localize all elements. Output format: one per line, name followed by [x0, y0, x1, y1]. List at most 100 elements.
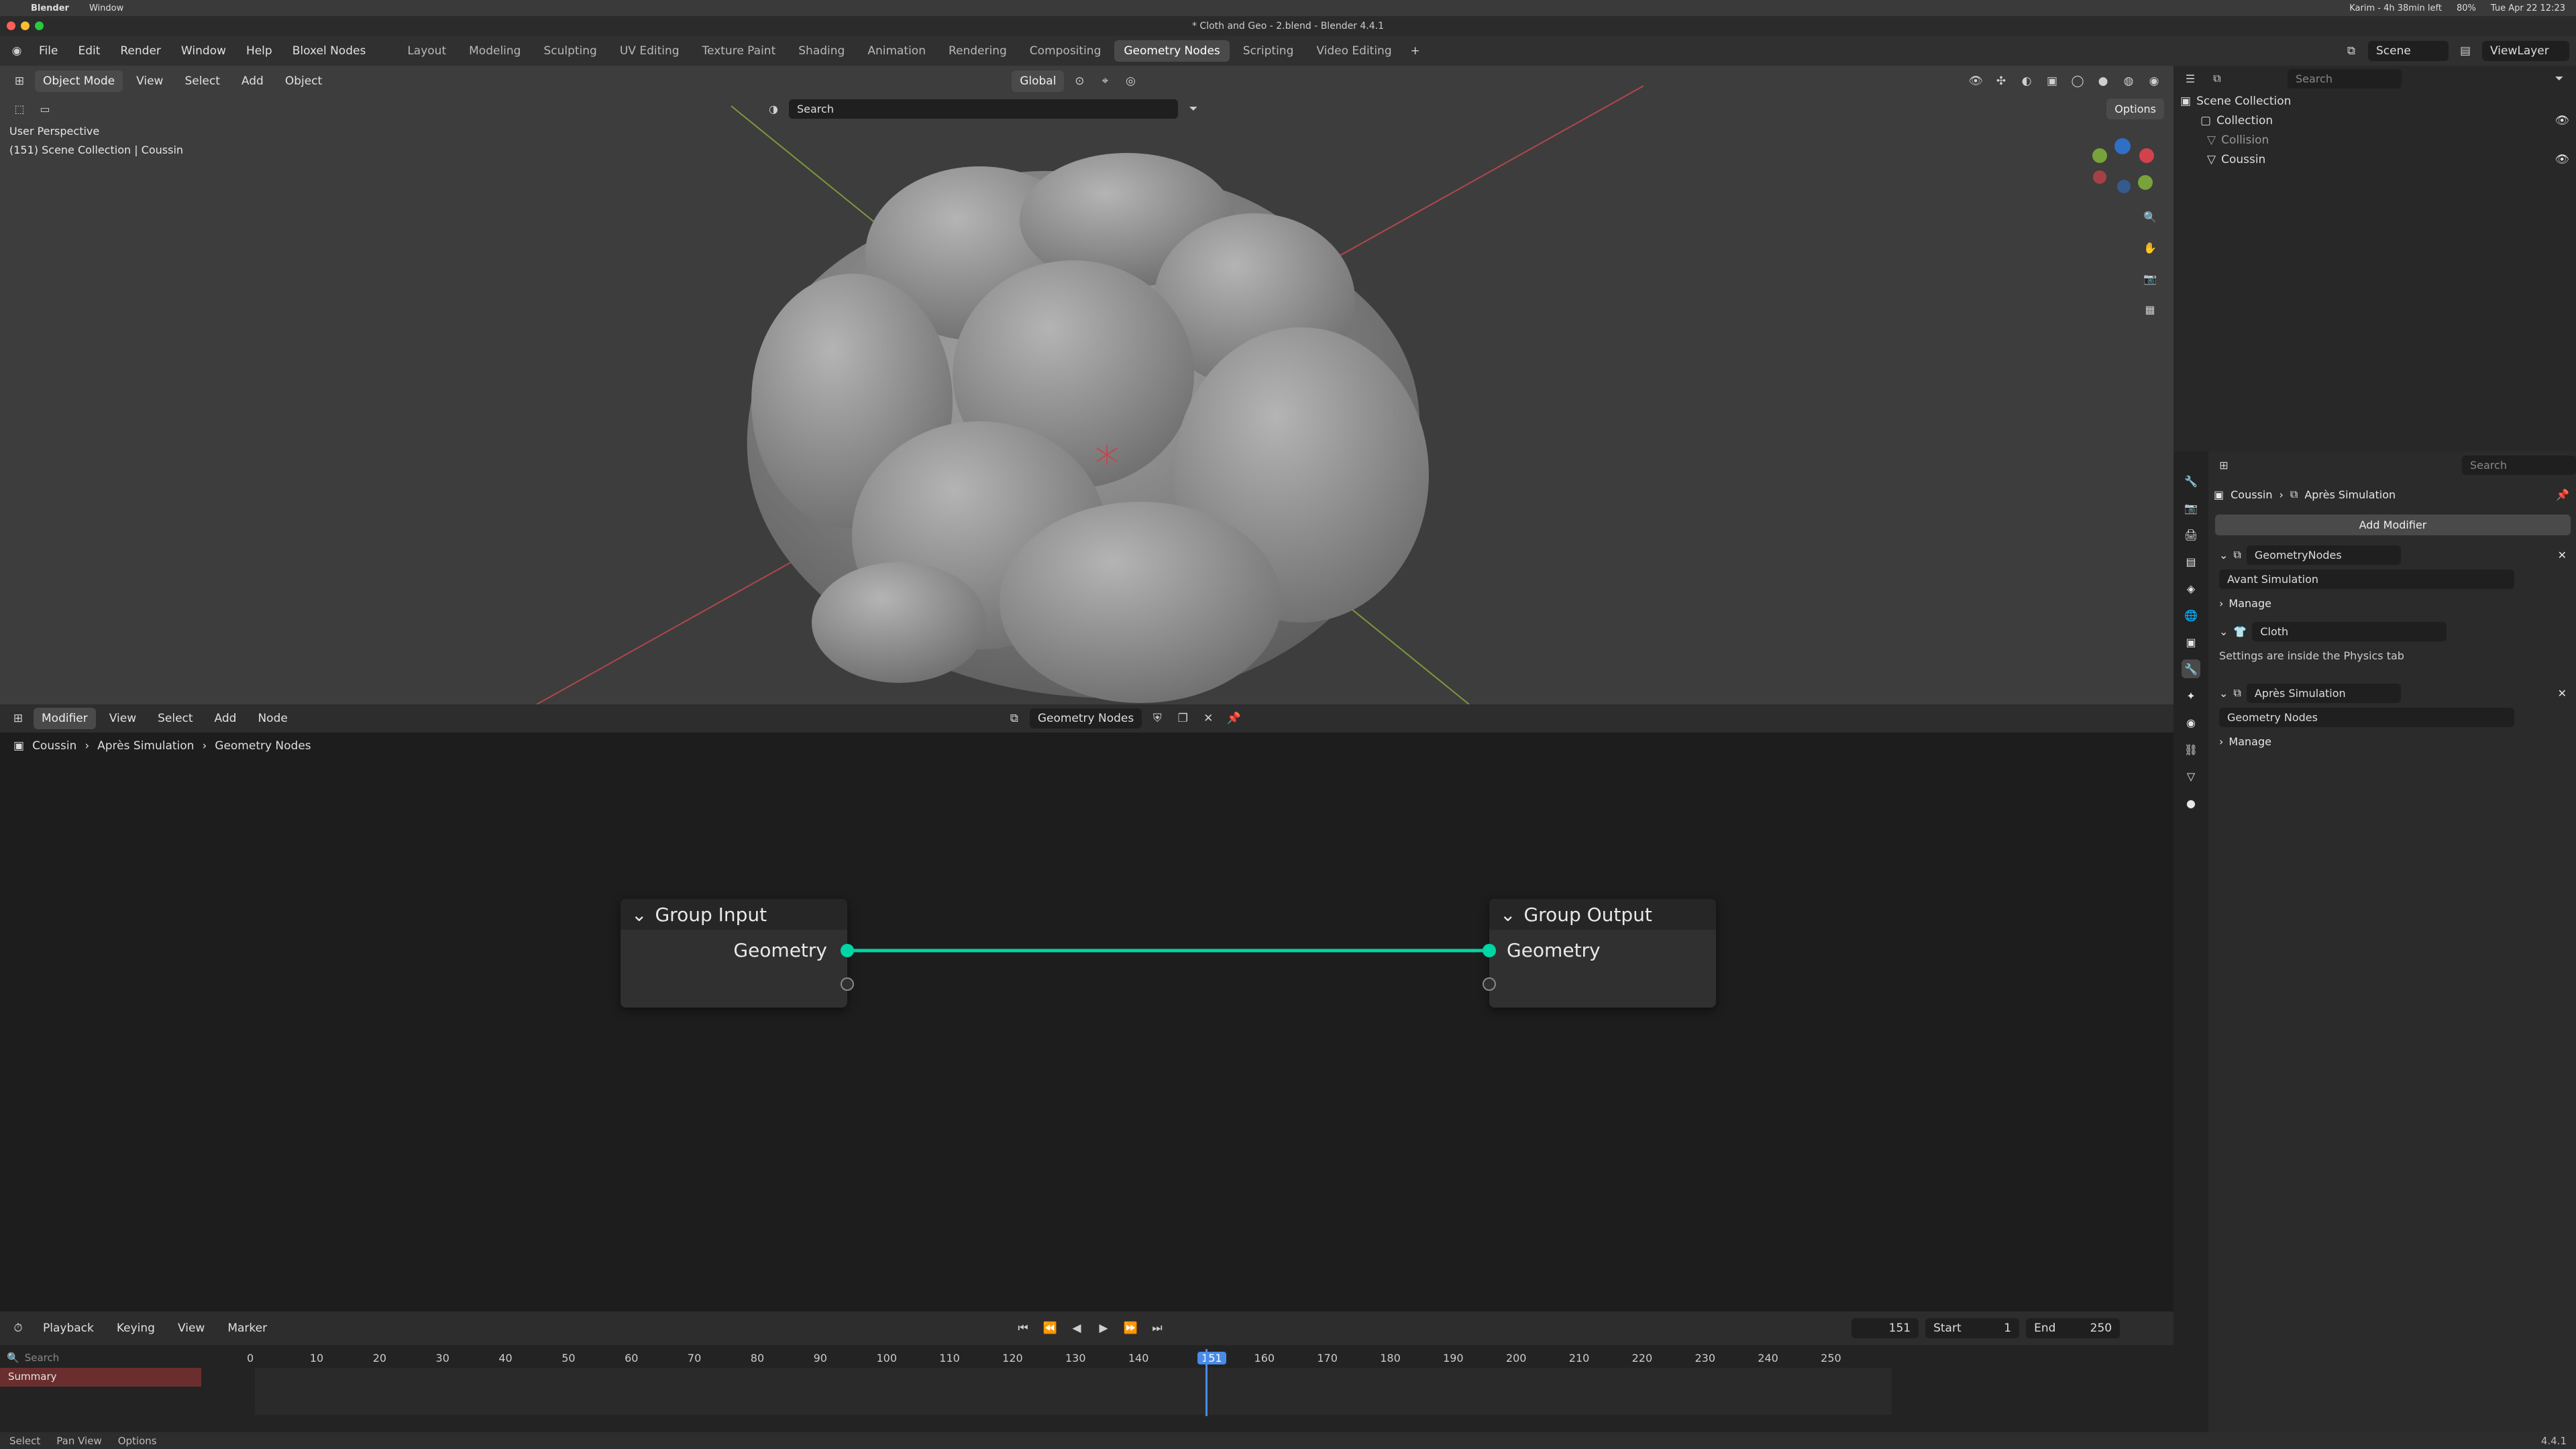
viewport-menu-select[interactable]: Select: [176, 70, 227, 92]
transform-orientation[interactable]: Global: [1012, 70, 1065, 92]
tab-layout[interactable]: Layout: [398, 40, 455, 62]
play-icon[interactable]: ▶: [1093, 1318, 1114, 1338]
tab-video-editing[interactable]: Video Editing: [1307, 40, 1401, 62]
visibility-icon[interactable]: 👁: [1966, 71, 1986, 91]
tab-animation[interactable]: Animation: [858, 40, 935, 62]
viewlayer-selector[interactable]: ViewLayer: [2482, 41, 2569, 61]
group-output-node[interactable]: ⌄ Group Output Geometry: [1483, 899, 1716, 1008]
menu-edit[interactable]: Edit: [70, 40, 108, 62]
proportional-edit-icon[interactable]: ◎: [1120, 71, 1140, 91]
tab-scripting[interactable]: Scripting: [1234, 40, 1303, 62]
playhead[interactable]: [1205, 1349, 1208, 1416]
tab-sculpting[interactable]: Sculpting: [534, 40, 606, 62]
constraints-tab-icon[interactable]: ⛓: [2182, 740, 2200, 759]
next-key-icon[interactable]: ⏩: [1120, 1318, 1140, 1338]
xray-icon[interactable]: ▣: [2042, 71, 2062, 91]
timeline-menu-playback[interactable]: Playback: [35, 1318, 102, 1339]
start-frame-field[interactable]: Start 1: [1925, 1318, 2020, 1338]
timeline-menu-keying[interactable]: Keying: [109, 1318, 163, 1339]
menu-render[interactable]: Render: [112, 40, 169, 62]
eye-icon[interactable]: 👁: [2555, 153, 2569, 166]
modifier-geometrynodes[interactable]: ⌄ ⧉ GeometryNodes ✕ Avant Simulation › Manag…: [2215, 543, 2571, 615]
shading-material-icon[interactable]: ◍: [2118, 71, 2139, 91]
overlay-icon[interactable]: ◐: [2017, 71, 2037, 91]
timeline-summary[interactable]: Summary: [0, 1368, 201, 1387]
pan-hand-icon[interactable]: ✋: [2140, 237, 2160, 258]
render-tab-icon[interactable]: 📷: [2182, 498, 2200, 517]
outliner-scene-collection[interactable]: ▣ Scene Collection: [2174, 91, 2576, 111]
modifier-cloth[interactable]: ⌄ 👕 Cloth Settings are inside the Physics …: [2215, 619, 2571, 667]
minimize-window-button[interactable]: [21, 21, 30, 30]
timeline-track[interactable]: [255, 1368, 1892, 1415]
add-workspace-icon[interactable]: +: [1405, 41, 1426, 61]
end-frame-field[interactable]: End 250: [2026, 1318, 2121, 1338]
cushion-mesh[interactable]: [698, 119, 1483, 704]
close-window-button[interactable]: [7, 21, 15, 30]
viewport-menu-add[interactable]: Add: [233, 70, 272, 92]
collapse-icon[interactable]: ⌄: [2219, 625, 2228, 638]
tab-geometry-nodes[interactable]: Geometry Nodes: [1114, 40, 1230, 62]
collapse-icon[interactable]: ⌄: [2219, 687, 2228, 700]
timeline-type-icon[interactable]: ⏱: [8, 1318, 28, 1338]
world-tab-icon[interactable]: 🌐: [2182, 606, 2200, 625]
tab-compositing[interactable]: Compositing: [1020, 40, 1111, 62]
outliner-search[interactable]: Search: [2288, 68, 2402, 89]
display-mode-icon[interactable]: ⧉: [2207, 68, 2227, 89]
eye-icon[interactable]: 👁: [2555, 114, 2569, 127]
outliner-filter-icon[interactable]: ⏷: [2549, 68, 2569, 89]
current-frame-field[interactable]: 151: [1851, 1318, 1919, 1338]
outliner-item-collision[interactable]: ▽ Collision: [2174, 130, 2576, 150]
timeline-menu-marker[interactable]: Marker: [219, 1318, 275, 1339]
outliner-type-icon[interactable]: ☰: [2180, 68, 2200, 89]
mode-selector[interactable]: Object Mode: [35, 70, 123, 92]
tab-shading[interactable]: Shading: [789, 40, 854, 62]
outliner-item-coussin[interactable]: ▽ Coussin 👁: [2174, 150, 2576, 169]
menu-help[interactable]: Help: [238, 40, 280, 62]
chevron-down-icon[interactable]: ⌄: [631, 904, 647, 926]
tab-rendering[interactable]: Rendering: [939, 40, 1016, 62]
editor-type-icon[interactable]: ⊞: [9, 71, 30, 91]
app-menu[interactable]: Blender: [31, 3, 69, 13]
filter-icon[interactable]: ⏷: [1183, 99, 1203, 119]
expand-icon[interactable]: ›: [2219, 735, 2223, 748]
data-tab-icon[interactable]: ▽: [2182, 767, 2200, 786]
particles-tab-icon[interactable]: ✦: [2182, 686, 2200, 705]
node-editor[interactable]: ⊞ Modifier View Select Add Node ⧉ Geomet…: [0, 704, 2174, 1311]
outliner-item-collection[interactable]: ▢ Collection 👁: [2174, 111, 2576, 130]
shading-rendered-icon[interactable]: ◉: [2144, 71, 2164, 91]
timeline[interactable]: ⏱ Playback Keying View Marker ⏮ ⏪ ◀ ▶ ⏩ …: [0, 1311, 2174, 1432]
collapse-icon[interactable]: ⌄: [2219, 549, 2228, 561]
modifier-tab-icon[interactable]: 🔧: [2182, 659, 2200, 678]
add-modifier-button[interactable]: Add Modifier: [2215, 515, 2571, 535]
output-tab-icon[interactable]: 🖨: [2182, 525, 2200, 544]
scene-tab-icon[interactable]: ◈: [2182, 579, 2200, 598]
3d-viewport[interactable]: ⊞ Object Mode View Select Add Object Glo…: [0, 66, 2174, 704]
menu-bloxel-nodes[interactable]: Bloxel Nodes: [284, 40, 374, 62]
empty-input-socket[interactable]: [1483, 977, 1496, 991]
close-icon[interactable]: ✕: [2558, 549, 2567, 561]
options-button[interactable]: Options: [2106, 98, 2164, 119]
shading-wire-icon[interactable]: ◯: [2068, 71, 2088, 91]
gizmo-icon[interactable]: ✣: [1991, 71, 2011, 91]
tab-texture-paint[interactable]: Texture Paint: [693, 40, 786, 62]
zoom-icon[interactable]: 🔍: [2140, 207, 2160, 227]
node-group-field[interactable]: Geometry Nodes: [2219, 707, 2514, 727]
shading-solid-icon[interactable]: ●: [2093, 71, 2113, 91]
group-input-node[interactable]: ⌄ Group Input Geometry: [621, 899, 854, 1008]
view-layer-tab-icon[interactable]: ▤: [2182, 552, 2200, 571]
frame-ruler[interactable]: 0 10 20 30 40 50 60 70 80 90 100 110 120 130 140 151 160…: [247, 1349, 1892, 1368]
jump-end-icon[interactable]: ⏭: [1147, 1318, 1167, 1338]
outliner[interactable]: ☰ ⧉ Search ⏷ ▣ Scene Collection ▢ Collecti…: [2174, 66, 2576, 451]
close-icon[interactable]: ✕: [2558, 687, 2567, 700]
menu-window[interactable]: Window: [173, 40, 234, 62]
expand-icon[interactable]: ›: [2219, 597, 2223, 610]
viewport-menu-view[interactable]: View: [128, 70, 171, 92]
select-tool-icon[interactable]: ⬚: [9, 99, 30, 119]
chevron-down-icon[interactable]: ⌄: [1500, 904, 1515, 926]
object-tab-icon[interactable]: ▣: [2182, 633, 2200, 651]
physics-tab-icon[interactable]: ◉: [2182, 713, 2200, 732]
timeline-search[interactable]: 🔍 Search: [7, 1348, 201, 1367]
menu-file[interactable]: File: [31, 40, 66, 62]
scene-selector[interactable]: Scene: [2368, 41, 2449, 61]
jump-start-icon[interactable]: ⏮: [1013, 1318, 1033, 1338]
